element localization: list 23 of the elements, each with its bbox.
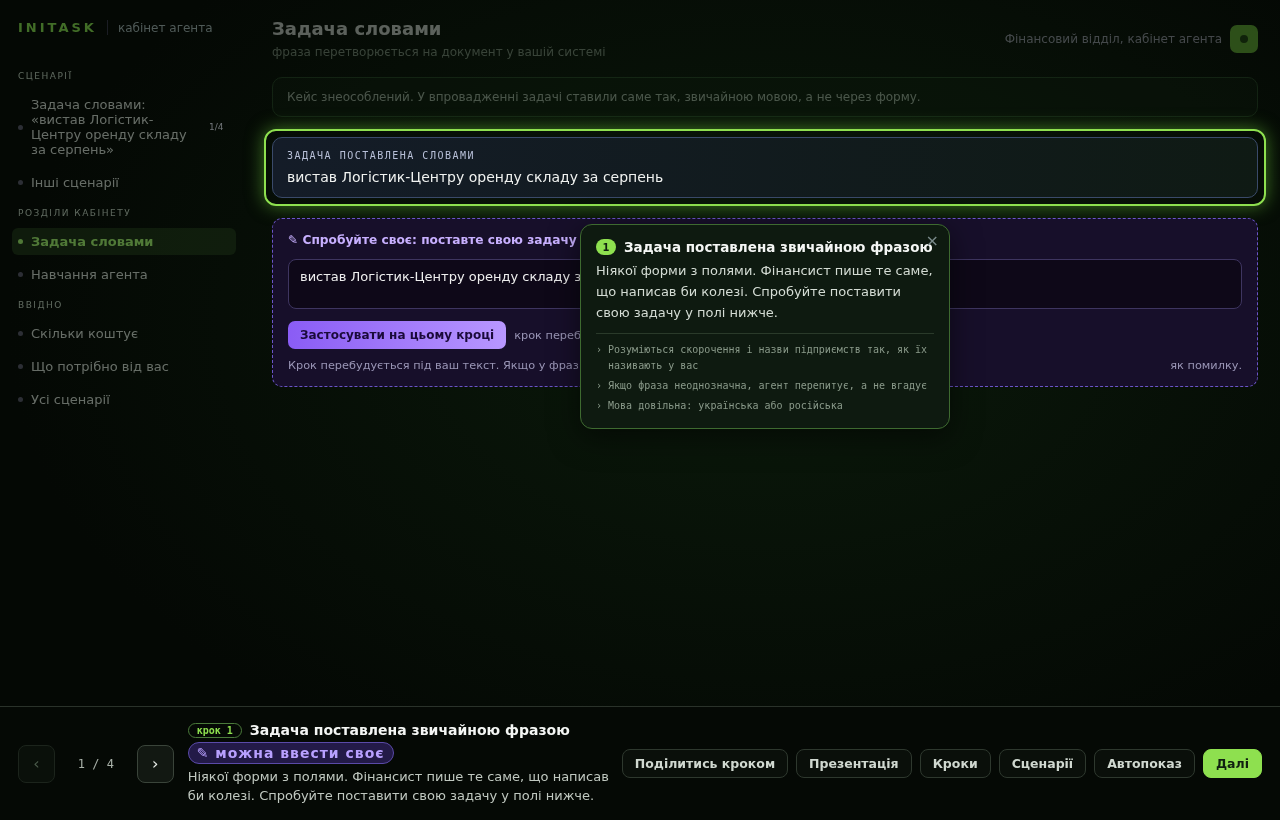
logo: INITASK	[18, 20, 108, 35]
step-counter: 1 / 4	[76, 756, 115, 771]
logo-subtitle: кабінет агента	[117, 20, 213, 35]
step-title: Задача поставлена звичайною фразою	[249, 722, 570, 739]
hint-text: як помилку.	[1170, 359, 1242, 372]
section-label: РОЗДІЛИ КАБІНЕТУ	[17, 208, 133, 218]
step-description: Ніякої форми з полями. Фінансист пише те саме, що написав би колезі. Спробуйте поставити свою задачу у полі нижче.	[187, 768, 610, 805]
task-text: вистав Логістик-Центру оренду складу за серпень	[287, 169, 665, 185]
account-label: Фінансовий відділ, кабінет агента	[1004, 31, 1222, 46]
bullet-item: › Якщо фраза неоднозначна, агент перепитує, а не вгадує	[596, 379, 929, 394]
card-label: ЗАДАЧА ПОСТАВЛЕНА СЛОВАМИ	[287, 150, 476, 161]
popover-text: Ніякої форми з полями. Фінансист пише те саме, що написав би колезі. Спробуйте поставити свою задачу у полі нижче.	[596, 262, 934, 322]
hint-text: Крок перебудується під ваш текст. Якщо у фраз	[288, 359, 579, 372]
apply-note: крок переб	[514, 328, 581, 342]
try-title: ✎ Спробуйте своє: поставте свою задачу	[288, 233, 577, 247]
section-label: ВВІДНО	[17, 300, 64, 310]
section-label: СЦЕНАРІЇ	[17, 71, 74, 81]
step-number: 1	[596, 239, 616, 255]
page-title: Задача словами	[272, 18, 443, 39]
bullet-item: › Мова довільна: українська або російська	[596, 399, 844, 414]
notice-banner: Кейс знеособлений. У впровадженні задачі ставили саме так, звичайною мовою, а не через форму.	[272, 77, 1258, 117]
bullet-item: › Розуміються скорочення і назви підприємств так, як їх називають у вас	[596, 343, 929, 374]
editable-chip: ✎ можна ввести своє	[187, 742, 394, 765]
